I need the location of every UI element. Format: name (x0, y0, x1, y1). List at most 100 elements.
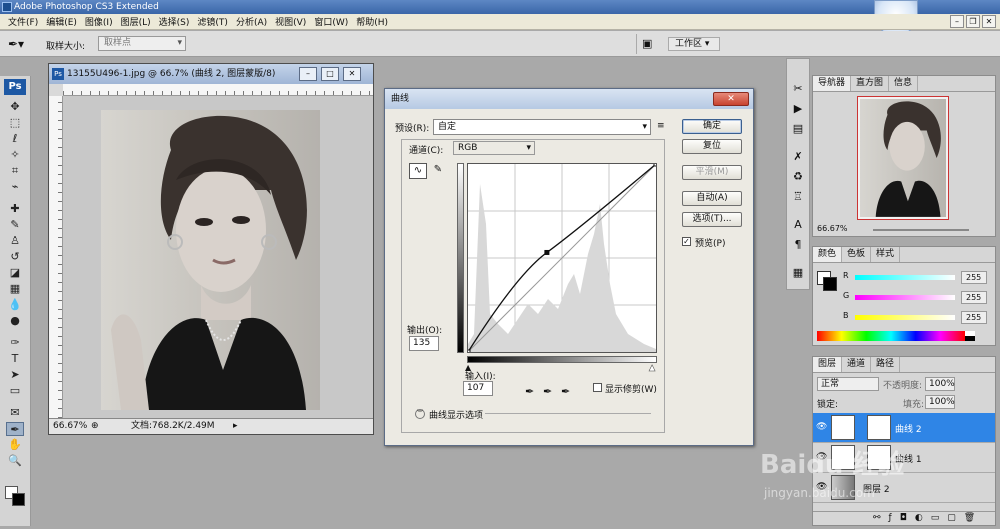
actions-icon[interactable]: ▶ (790, 101, 806, 116)
close-icon[interactable]: ✕ (713, 92, 749, 106)
navigator-zoom[interactable]: 66.67% (817, 224, 848, 233)
layer-row-curves-2[interactable]: 👁 曲线 2 (813, 413, 995, 443)
status-menu-icon[interactable]: ⊕ (91, 419, 99, 434)
link-layers-icon[interactable]: ⚯ (873, 513, 889, 523)
path-selection-icon[interactable]: ➤ (6, 368, 24, 382)
canvas-area[interactable] (63, 96, 373, 418)
white-eyedropper-icon[interactable]: ✒ (561, 385, 570, 398)
curve-control-point[interactable] (653, 161, 659, 167)
status-arrow-icon[interactable]: ▸ (233, 419, 238, 434)
doc-minimize-button[interactable]: – (299, 67, 317, 81)
brushes-icon[interactable]: ✂ (790, 81, 806, 96)
type-tool-icon[interactable]: T (6, 352, 24, 366)
eye-icon[interactable]: 👁 (816, 422, 827, 432)
healing-brush-icon[interactable]: ✚ (6, 202, 24, 216)
tab-layers[interactable]: 图层 (813, 357, 843, 372)
move-tool-icon[interactable]: ✥ (6, 100, 24, 114)
channel-select[interactable]: RGB (453, 141, 535, 155)
curve-point-tool-icon[interactable]: ∿ (409, 163, 427, 179)
black-white-ramp[interactable] (965, 331, 975, 341)
menu-view[interactable]: 视图(V) (271, 15, 310, 28)
blend-mode-select[interactable]: 正常 (817, 377, 879, 391)
gray-eyedropper-icon[interactable]: ✒ (543, 385, 552, 398)
smooth-button[interactable]: 平滑(M) (682, 165, 742, 180)
layer-comps-icon[interactable]: ▤ (790, 121, 806, 136)
menu-layer[interactable]: 图层(L) (117, 15, 155, 28)
menu-filter[interactable]: 滤镜(T) (193, 15, 232, 28)
green-slider[interactable] (855, 295, 955, 300)
tab-navigator[interactable]: 导航器 (813, 76, 852, 91)
restore-window-button[interactable]: ❐ (966, 15, 980, 28)
curve-control-point[interactable] (465, 349, 471, 355)
background-color-swatch[interactable] (12, 493, 25, 506)
red-slider[interactable] (855, 275, 955, 280)
new-layer-icon[interactable]: ▢ (947, 513, 964, 523)
dodge-tool-icon[interactable]: ● (6, 314, 24, 328)
marquee-tool-icon[interactable]: ⬚ (6, 116, 24, 130)
crop-tool-icon[interactable]: ⌗ (6, 164, 24, 178)
tab-swatches[interactable]: 色板 (842, 247, 872, 262)
eraser-tool-icon[interactable]: ◪ (6, 266, 24, 280)
menu-help[interactable]: 帮助(H) (352, 15, 392, 28)
tab-histogram[interactable]: 直方图 (851, 76, 890, 91)
clone-source-icon[interactable]: ♻ (790, 169, 806, 184)
preset-select[interactable]: 自定 (433, 119, 651, 135)
opacity-field[interactable]: 100% (925, 377, 955, 391)
new-group-icon[interactable]: ▭ (931, 513, 948, 523)
clone-stamp-icon[interactable]: ♙ (6, 234, 24, 248)
navigator-view-box[interactable] (857, 96, 949, 220)
notes-tool-icon[interactable]: ✉ (6, 406, 24, 420)
tool-presets-icon[interactable]: ✗ (790, 149, 806, 164)
paragraph-icon[interactable]: ¶ (790, 237, 806, 252)
navigator-zoom-slider[interactable] (873, 229, 969, 231)
shape-tool-icon[interactable]: ▭ (6, 384, 24, 398)
auto-button[interactable]: 自动(A) (682, 191, 742, 206)
menu-file[interactable]: 文件(F) (4, 15, 42, 28)
eyedropper-tool-icon[interactable]: ✒▾ (8, 37, 24, 51)
fx-icon[interactable]: ƒ (889, 513, 900, 523)
curves-title-bar[interactable]: 曲线 ✕ (385, 89, 753, 109)
fill-field[interactable]: 100% (925, 395, 955, 409)
gradient-tool-icon[interactable]: ▦ (6, 282, 24, 296)
reset-button[interactable]: 复位 (682, 139, 742, 154)
doc-maximize-button[interactable]: □ (321, 67, 339, 81)
pencil-tool-icon[interactable]: ✎ (429, 163, 447, 179)
minimize-window-button[interactable]: – (950, 15, 964, 28)
red-value[interactable]: 255 (961, 271, 987, 284)
menu-edit[interactable]: 编辑(E) (42, 15, 81, 28)
blue-slider[interactable] (855, 315, 955, 320)
preset-options-icon[interactable]: ≡ (657, 121, 665, 131)
mask-thumbnail[interactable] (867, 415, 891, 440)
stamp-icon[interactable]: ♖ (790, 189, 806, 204)
blue-value[interactable]: 255 (961, 311, 987, 324)
new-adjustment-icon[interactable]: ◐ (915, 513, 931, 523)
output-field[interactable]: 135 (409, 336, 439, 351)
preview-checkbox[interactable]: ✓ (682, 237, 691, 246)
slice-tool-icon[interactable]: ⌁ (6, 180, 24, 194)
adjustment-thumbnail[interactable] (831, 415, 855, 440)
menu-image[interactable]: 图像(I) (81, 15, 117, 28)
curve-svg[interactable] (465, 161, 659, 355)
brush-tool-icon[interactable]: ✎ (6, 218, 24, 232)
tab-channels[interactable]: 通道 (842, 357, 872, 372)
history-brush-icon[interactable]: ↺ (6, 250, 24, 264)
curve-display-options-label[interactable]: 曲线显示选项 (429, 408, 483, 421)
zoom-level[interactable]: 66.67% (53, 419, 87, 434)
show-clipping-checkbox[interactable] (593, 383, 602, 392)
magic-wand-icon[interactable]: ✧ (6, 148, 24, 162)
menu-analysis[interactable]: 分析(A) (232, 15, 271, 28)
ok-button[interactable]: 确定 (682, 119, 742, 134)
character-icon[interactable]: A (790, 217, 806, 232)
curve-control-point[interactable] (544, 249, 550, 255)
menu-window[interactable]: 窗口(W) (310, 15, 352, 28)
doc-close-button[interactable]: ✕ (343, 67, 361, 81)
input-field[interactable]: 107 (463, 381, 493, 396)
chevron-down-icon[interactable]: ︾ (415, 409, 425, 419)
sample-size-select[interactable]: 取样点 (98, 36, 186, 51)
pen-tool-icon[interactable]: ✑ (6, 336, 24, 350)
menu-select[interactable]: 选择(S) (155, 15, 194, 28)
tab-styles[interactable]: 样式 (871, 247, 901, 262)
green-value[interactable]: 255 (961, 291, 987, 304)
curve-graph[interactable] (465, 161, 659, 355)
lasso-tool-icon[interactable]: ℓ (6, 132, 24, 146)
